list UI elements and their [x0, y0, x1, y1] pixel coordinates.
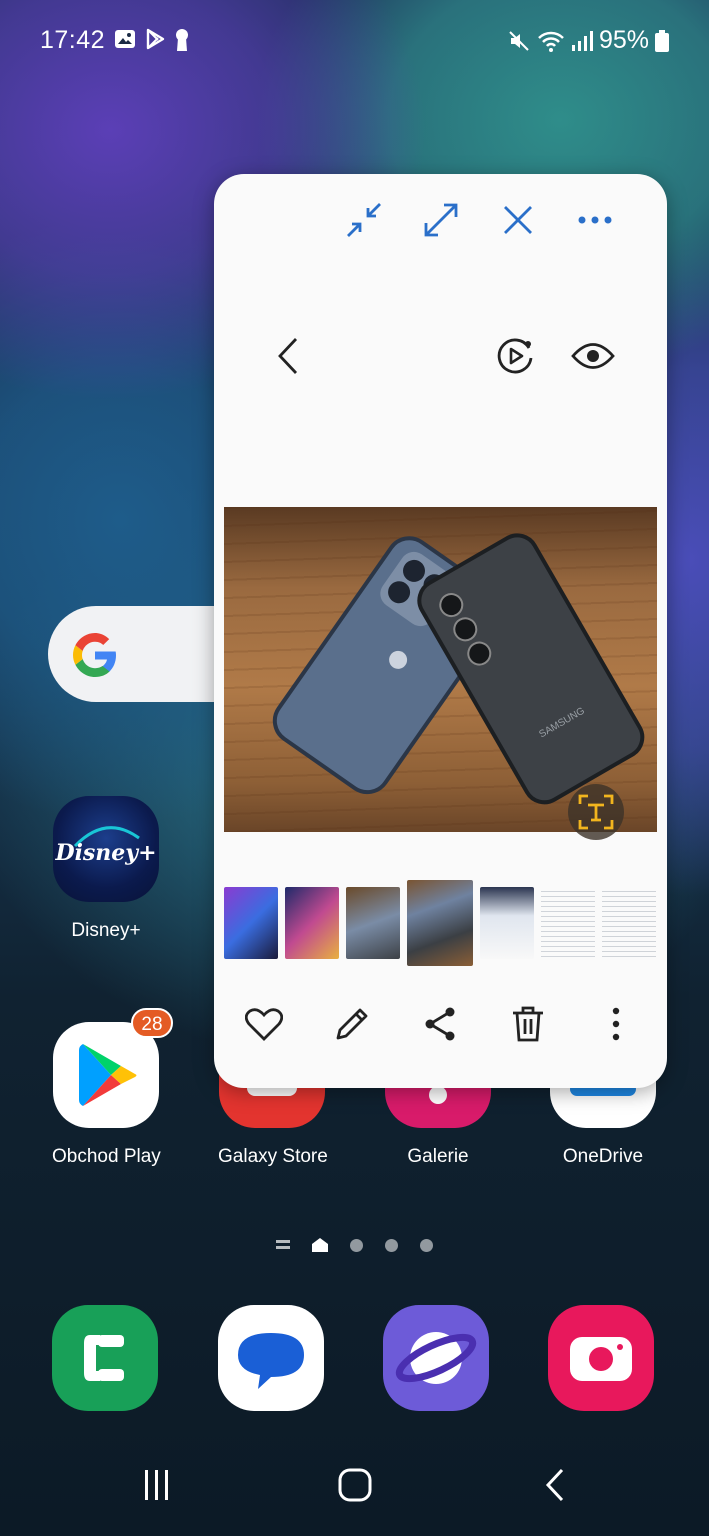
edit-pencil-icon [336, 1008, 368, 1040]
close-button[interactable] [498, 200, 538, 240]
battery-percent: 95% [598, 26, 649, 54]
disney-plus-icon: Disney+ [53, 796, 159, 902]
wifi-icon [538, 31, 564, 52]
gallery-icon [115, 30, 135, 48]
thumbnail[interactable] [346, 887, 400, 959]
signal-icon [571, 30, 593, 51]
close-icon [504, 206, 532, 234]
gallery-popup-window[interactable]: SAMSUNG [214, 174, 667, 1088]
app-label: Disney+ [71, 920, 141, 941]
back-icon [278, 338, 298, 374]
more-icon [578, 216, 612, 224]
motion-photo-button[interactable] [493, 334, 537, 378]
app-label: OneDrive [562, 1146, 644, 1167]
action-bar [214, 1000, 667, 1048]
favorite-button[interactable] [240, 1000, 288, 1048]
trash-icon [513, 1006, 543, 1042]
recents-icon[interactable] [140, 1468, 174, 1502]
dock-internet[interactable] [383, 1305, 489, 1411]
notification-badge: 28 [131, 1008, 173, 1038]
text-scan-icon [578, 794, 614, 830]
page-dot [385, 1238, 398, 1252]
google-icon [73, 633, 116, 677]
edit-button[interactable] [328, 1000, 376, 1048]
thumbnail-strip [224, 878, 657, 968]
page-indicators[interactable] [276, 1238, 433, 1252]
internet-icon [395, 1332, 477, 1384]
navigation-bar [0, 1440, 709, 1536]
app-label: Galerie [407, 1146, 469, 1167]
dock-messages[interactable] [218, 1305, 324, 1411]
view-button[interactable] [571, 334, 615, 378]
view-icon [571, 343, 615, 369]
maximize-button[interactable] [421, 200, 461, 240]
home-indicator-icon [312, 1238, 328, 1252]
heart-icon [245, 1008, 283, 1041]
page-dot [420, 1238, 433, 1252]
phone-icon [84, 1335, 124, 1381]
motion-photo-icon [497, 338, 533, 374]
share-icon [425, 1007, 455, 1041]
share-button[interactable] [416, 1000, 464, 1048]
more-vertical-icon [612, 1007, 620, 1041]
page-dot [350, 1238, 363, 1252]
thumbnail[interactable] [224, 887, 278, 959]
more-options-button[interactable] [575, 200, 615, 240]
thumbnail[interactable] [285, 887, 339, 959]
back-button[interactable] [266, 334, 310, 378]
dock-phone[interactable] [52, 1305, 158, 1411]
more-vertical-button[interactable] [592, 1000, 640, 1048]
play-store-icon [146, 28, 165, 50]
apps-list-indicator-icon [276, 1240, 290, 1249]
play-store-app-icon: 28 [53, 1008, 173, 1128]
status-time: 17:42 [40, 26, 106, 54]
thumbnail[interactable] [541, 887, 595, 959]
thumbnail-active[interactable] [407, 880, 473, 966]
battery-icon [655, 29, 669, 52]
home-icon[interactable] [338, 1468, 372, 1502]
app-label: Obchod Play [52, 1146, 161, 1167]
mute-icon [509, 30, 529, 51]
dock-camera[interactable] [548, 1305, 654, 1411]
back-nav-icon[interactable] [538, 1468, 572, 1502]
keyhole-icon [176, 29, 188, 51]
minimize-icon [347, 203, 381, 237]
delete-button[interactable] [504, 1000, 552, 1048]
app-disney-plus[interactable]: Disney+ Disney+ [52, 796, 160, 942]
text-recognition-button[interactable] [568, 784, 624, 840]
status-bar: 17:42 95% [40, 22, 669, 62]
window-controls [214, 192, 667, 242]
minimize-button[interactable] [344, 200, 384, 240]
camera-icon [570, 1337, 632, 1381]
maximize-icon [424, 203, 458, 237]
thumbnail[interactable] [480, 887, 534, 959]
disney-logo-text: Disney+ [55, 840, 157, 866]
viewer-toolbar [214, 334, 667, 378]
app-obchod-play[interactable]: 28 Obchod Play [52, 1008, 173, 1168]
thumbnail[interactable] [602, 887, 656, 959]
messages-icon [238, 1333, 304, 1389]
app-label: Galaxy Store [218, 1146, 328, 1167]
